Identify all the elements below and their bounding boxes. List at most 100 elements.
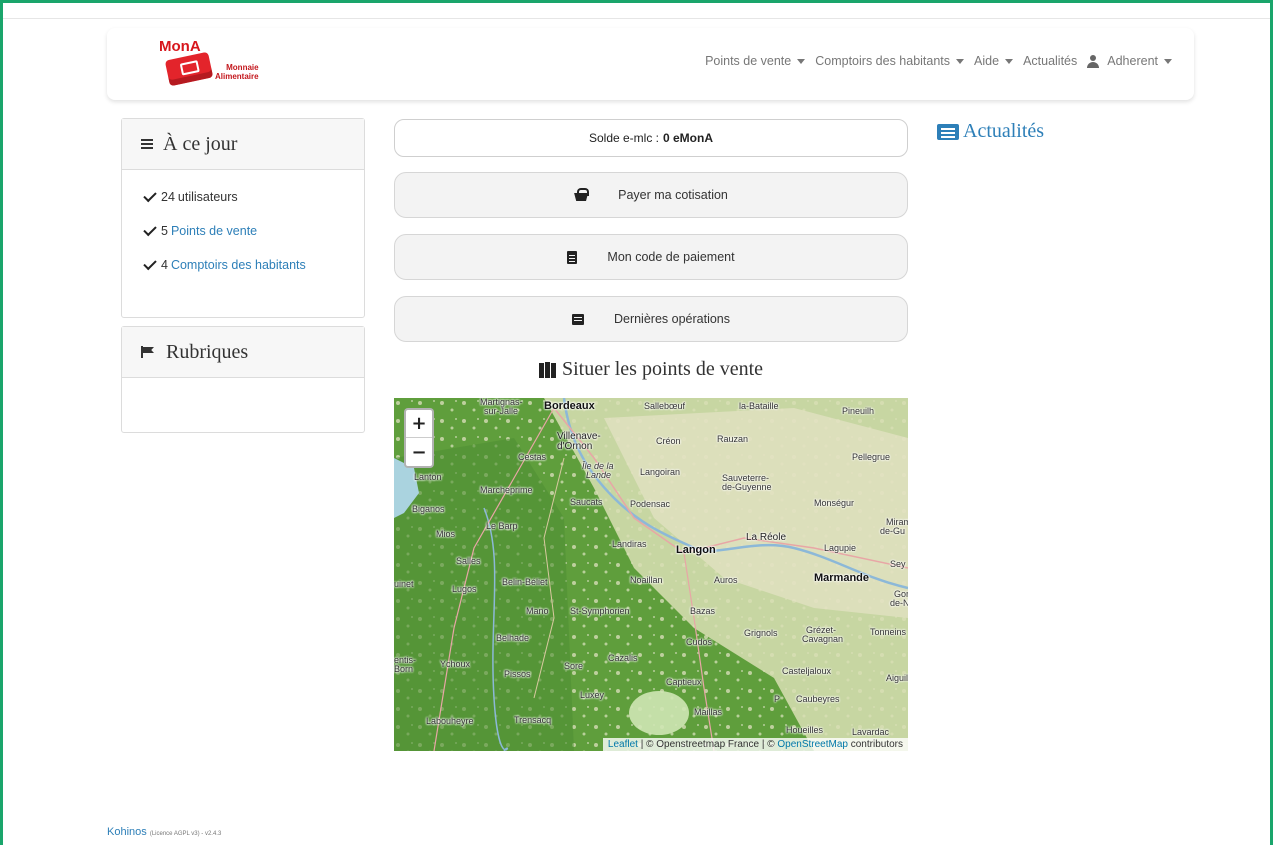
map-label-bordeaux: Bordeaux [544, 400, 595, 412]
leaflet-map[interactable]: Martignas- sur-Jalle Bordeaux Sallebœuf … [394, 398, 908, 751]
solde-label: Solde e-mlc : [588, 131, 659, 145]
map-label-martignas2: sur-Jalle [484, 406, 519, 416]
zoom-out-button[interactable]: − [406, 438, 432, 466]
map-label-marmande: Marmande [814, 572, 870, 584]
osm-link[interactable]: OpenStreetMap [777, 739, 848, 750]
newspaper-icon [937, 123, 959, 140]
map-label-podensac: Podensac [630, 499, 671, 509]
menu-icon [141, 139, 153, 149]
logo[interactable]: MonA Monnaie Alimentaire [159, 38, 279, 93]
nav-comptoirs[interactable]: Comptoirs des habitants [815, 54, 965, 68]
map-label-trensacq: Trensacq [514, 715, 552, 725]
attribution-text: | © Openstreetmap France | © [637, 739, 778, 750]
stat-comptoirs-count: 4 [161, 258, 168, 272]
map-section-title: Situer les points de vente [394, 358, 908, 381]
map-label-lavardac: Lavardac [852, 727, 890, 737]
map-attribution: Leaflet | © Openstreetmap France | © Ope… [602, 738, 908, 751]
nav-points-de-vente[interactable]: Points de vente [705, 54, 806, 68]
zoom-control: + − [404, 408, 434, 468]
map-label-lanton: Lanton [414, 472, 442, 482]
map-label-ychoux: Ychoux [440, 659, 471, 669]
payer-cotisation-label: Payer ma cotisation [618, 188, 728, 202]
rubriques-card-title: Rubriques [166, 340, 249, 363]
stat-pdv-link[interactable]: Points de vente [171, 224, 257, 238]
map-label-pissos: Pissos [504, 669, 531, 679]
stats-card-title: À ce jour [163, 132, 238, 155]
map-label-biganos: Biganos [412, 504, 445, 514]
map-label-cazalis: Cazalis [608, 653, 638, 663]
map-label-lebarp: Le Barp [486, 521, 518, 531]
map-label-sauveterre2: de-Guyenne [722, 482, 772, 492]
nav-adherent-label: Adherent [1107, 54, 1158, 68]
map-label-villenave: Villenave- [557, 431, 601, 442]
map-label-creon: Créon [656, 436, 681, 446]
map-label-belinbeliet: Belin-Béliet [502, 577, 548, 587]
dernieres-operations-button[interactable]: Dernières opérations [394, 296, 908, 342]
map-label-mios: Mios [436, 529, 456, 539]
nav-aide-label: Aide [974, 54, 1000, 68]
stat-comptoirs: 4 Comptoirs des habitants [143, 256, 342, 272]
code-paiement-button[interactable]: Mon code de paiement [394, 234, 908, 280]
check-icon [143, 256, 157, 270]
map-icon [538, 361, 558, 378]
map-label-houeilles: Houeilles [786, 725, 824, 735]
zoom-in-button[interactable]: + [406, 410, 432, 438]
map-label-captieux: Captieux [666, 677, 702, 687]
actualites-heading-text: Actualités [963, 120, 1045, 142]
solde-value: 0 eMonA [663, 131, 714, 145]
map-label-saucats: Saucats [570, 497, 603, 507]
map-label-lareole: La Réole [746, 532, 787, 543]
map-label-auros: Auros [714, 575, 738, 585]
leaflet-link[interactable]: Leaflet [608, 739, 638, 750]
map-label-cudos: Cudos [686, 637, 713, 647]
map-label-labouheyre: Labouheyre [426, 716, 474, 726]
map-label-grignols: Grignols [744, 628, 778, 638]
user-icon [1087, 54, 1100, 68]
stats-card: À ce jour 24 utilisateurs 5 Points de ve… [121, 118, 365, 318]
stat-users-label: utilisateurs [177, 190, 238, 204]
flag-icon [141, 346, 154, 358]
logo-line1: Monnaie [226, 63, 259, 72]
logo-line2: Alimentaire [215, 72, 259, 81]
rubriques-card-header: Rubriques [122, 327, 364, 378]
code-paiement-label: Mon code de paiement [607, 250, 735, 264]
map-label-bazas: Bazas [690, 606, 716, 616]
attribution-end-text: contributors [847, 739, 903, 750]
stat-comptoirs-link[interactable]: Comptoirs des habitants [171, 258, 306, 272]
map-label-sallebouf: Sallebœuf [644, 401, 686, 411]
map-label-pellegrue: Pellegrue [852, 452, 891, 462]
map-label-monsegur: Monségur [814, 498, 855, 508]
footer-brand-link[interactable]: Kohinos [107, 826, 147, 838]
map-label-rauzan: Rauzan [717, 434, 749, 444]
map-label-salles: Salles [456, 556, 481, 566]
map-label-seyches: Sey [890, 559, 906, 569]
nav-actualites-label: Actualités [1023, 54, 1078, 68]
actualites-heading[interactable]: Actualités [937, 120, 1044, 143]
list-icon [571, 313, 584, 325]
map-label-mano: Mano [526, 606, 549, 616]
map-label-lugos: Lugos [452, 584, 477, 594]
clipboard-icon [567, 250, 578, 264]
cashbox-icon [164, 51, 214, 87]
map-label-luxey: Luxey [580, 690, 605, 700]
nav-aide[interactable]: Aide [974, 54, 1014, 68]
map-label-casteljaloux: Casteljaloux [782, 666, 832, 676]
map-label-noaillan: Noaillan [630, 575, 663, 585]
dernieres-operations-label: Dernières opérations [613, 312, 731, 326]
caret-down-icon [1005, 58, 1014, 64]
footer-license: (Licence AGPL v3) - v2.4.3 [149, 831, 222, 837]
map-label-sore: Sore [564, 661, 584, 671]
solde-box: Solde e-mlc : 0 eMonA [394, 119, 908, 157]
map-label-landiras: Landiras [612, 539, 647, 549]
nav-actualites[interactable]: Actualités [1023, 54, 1077, 68]
map-label-lagupie: Lagupie [824, 543, 857, 553]
caret-down-icon [956, 58, 965, 64]
logo-subtitle: Monnaie Alimentaire [215, 63, 259, 81]
nav-links: Points de vente Comptoirs des habitants … [705, 54, 1172, 68]
nav-comptoirs-label: Comptoirs des habitants [815, 54, 951, 68]
payer-cotisation-button[interactable]: Payer ma cotisation [394, 172, 908, 218]
shopping-basket-icon [574, 188, 590, 201]
map-label-langon: Langon [676, 544, 716, 556]
top-divider [3, 18, 1270, 19]
nav-adherent[interactable]: Adherent [1087, 54, 1172, 68]
